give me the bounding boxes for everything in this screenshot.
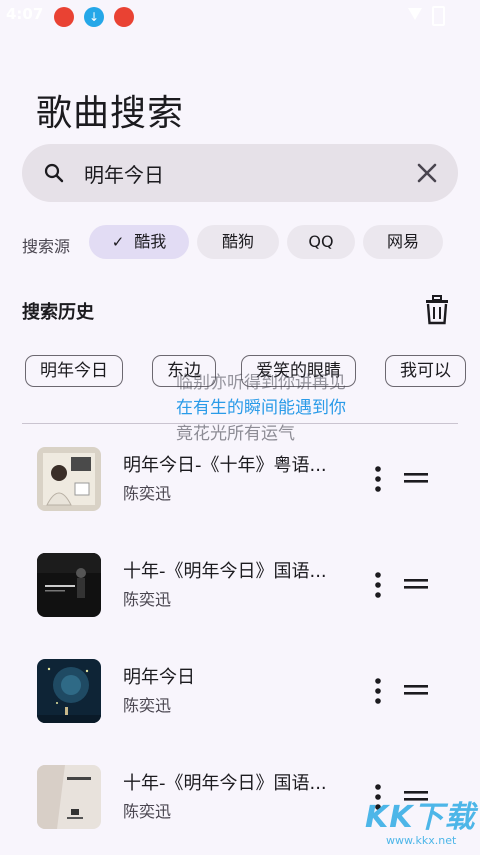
- wifi-icon: [408, 8, 422, 20]
- song-item[interactable]: 明年今日-《十年》粤语... 陈奕迅: [0, 447, 480, 537]
- song-artist: 陈奕迅: [123, 696, 172, 715]
- search-bar[interactable]: 明年今日: [22, 144, 458, 202]
- search-input[interactable]: 明年今日: [84, 159, 164, 188]
- album-cover: [37, 765, 101, 829]
- drag-handle-icon[interactable]: [404, 471, 428, 485]
- more-vert-icon[interactable]: [370, 571, 386, 599]
- song-artist: 陈奕迅: [123, 802, 172, 821]
- source-label: 搜索源: [22, 237, 71, 256]
- song-title: 十年-《明年今日》国语...: [123, 561, 327, 582]
- song-artist: 陈奕迅: [123, 590, 172, 609]
- album-cover: [37, 659, 101, 723]
- album-cover: [37, 553, 101, 617]
- app-notification-icon: [54, 7, 74, 27]
- app-notification-icon: [114, 7, 134, 27]
- battery-icon: [432, 6, 445, 26]
- clear-icon[interactable]: [416, 162, 438, 184]
- album-cover: [37, 447, 101, 511]
- watermark: KK下载 www.kkx.net: [362, 790, 480, 854]
- history-chip[interactable]: 明年今日: [25, 355, 123, 387]
- chip-label: 酷我: [134, 232, 167, 251]
- more-vert-icon[interactable]: [370, 465, 386, 493]
- lyric-line: 临别亦听得到你讲再见: [176, 373, 346, 393]
- song-title: 明年今日: [123, 667, 195, 688]
- song-title: 十年-《明年今日》国语...: [123, 773, 327, 794]
- chip-label: QQ: [308, 232, 334, 251]
- lyric-line-current: 在有生的瞬间能遇到你: [176, 398, 346, 418]
- source-chip-kuwo[interactable]: ✓ 酷我: [89, 225, 189, 259]
- trash-icon[interactable]: [420, 292, 454, 326]
- download-icon: ↓: [84, 7, 104, 27]
- history-title: 搜索历史: [22, 302, 94, 323]
- drag-handle-icon[interactable]: [404, 683, 428, 697]
- search-icon: [44, 163, 64, 183]
- chip-label: 网易: [386, 232, 419, 251]
- source-chip-kugou[interactable]: 酷狗: [197, 225, 279, 259]
- song-title: 明年今日-《十年》粤语...: [123, 455, 327, 476]
- drag-handle-icon[interactable]: [404, 577, 428, 591]
- watermark-url: www.kkx.net: [386, 834, 457, 847]
- status-bar: 4:07 ↓: [0, 0, 480, 32]
- song-item[interactable]: 十年-《明年今日》国语... 陈奕迅: [0, 553, 480, 643]
- watermark-text: KK下载: [365, 800, 476, 835]
- more-vert-icon[interactable]: [370, 677, 386, 705]
- source-chip-netease[interactable]: 网易: [363, 225, 443, 259]
- history-chip[interactable]: 我可以: [385, 355, 466, 387]
- page-title: 歌曲搜索: [36, 93, 185, 134]
- source-chip-qq[interactable]: QQ: [287, 225, 355, 259]
- song-artist: 陈奕迅: [123, 484, 172, 503]
- song-item[interactable]: 明年今日 陈奕迅: [0, 659, 480, 749]
- status-time: 4:07: [6, 5, 44, 23]
- chip-label: 酷狗: [221, 232, 254, 251]
- check-icon: ✓: [111, 233, 125, 251]
- divider: [22, 423, 458, 424]
